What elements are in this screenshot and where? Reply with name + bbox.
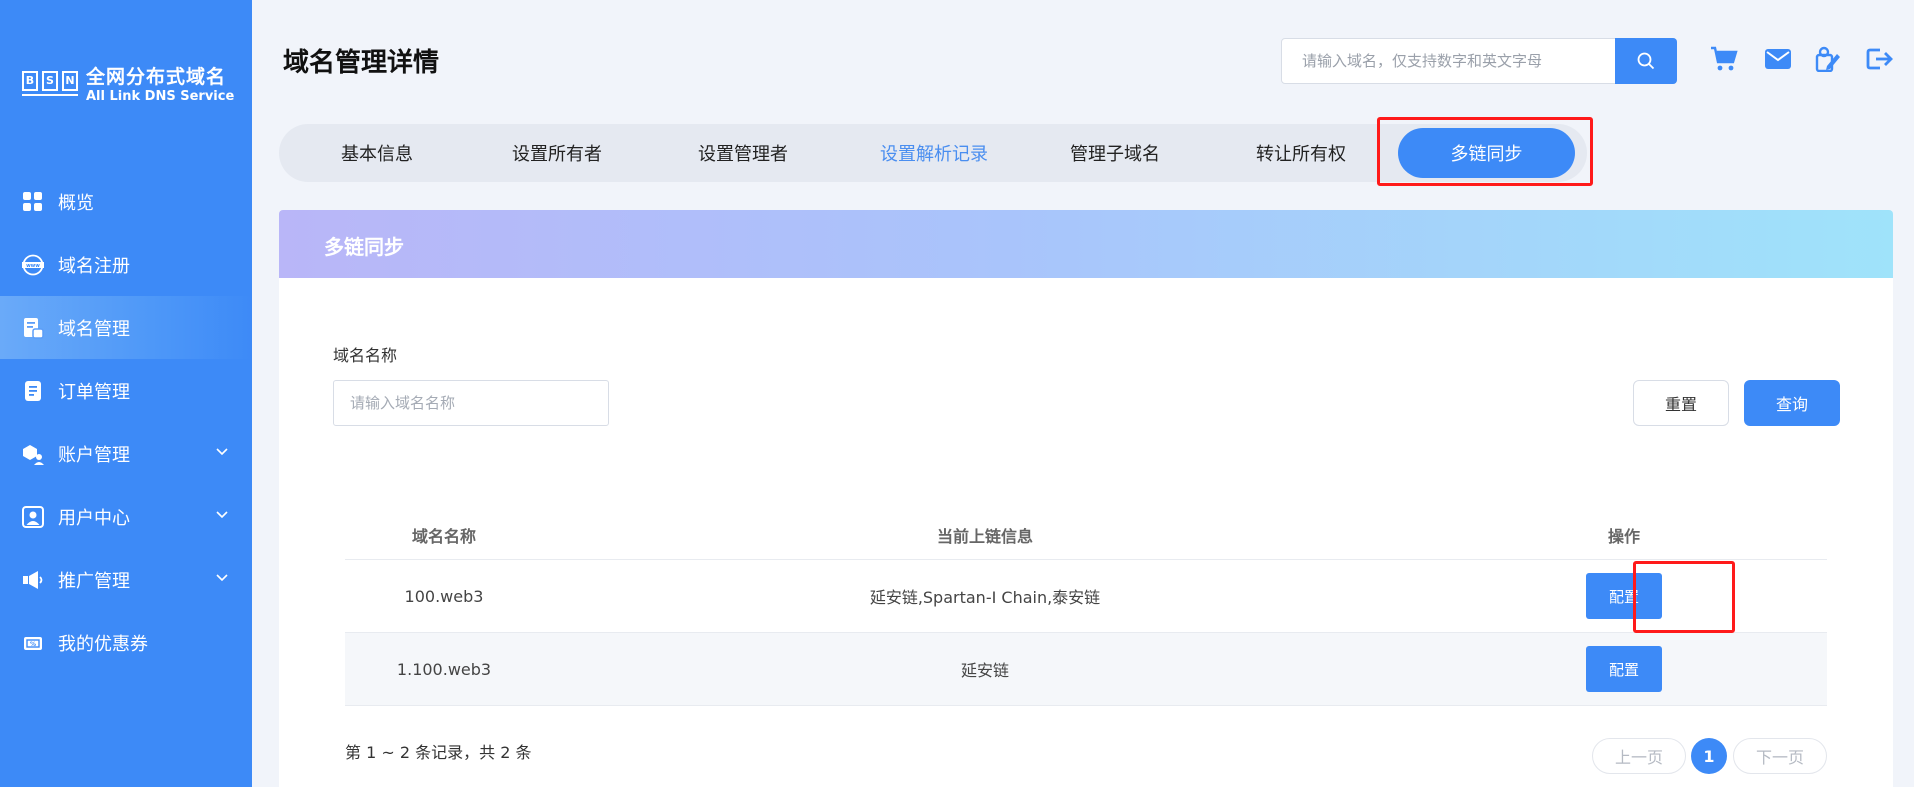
panel-header: 多链同步 [279,210,1893,278]
sidebar-item-coupons[interactable]: % 我的优惠券 [0,611,252,674]
logout-button[interactable] [1866,45,1894,73]
panel-title: 多链同步 [324,235,404,259]
column-header-domain: 域名名称 [411,526,476,546]
domain-search [1281,38,1677,84]
bsn-logo-mark: B S N [22,70,78,96]
mail-button[interactable] [1764,45,1792,73]
tab-set-manager[interactable]: 设置管理者 [663,124,823,182]
sidebar-item-label: 订单管理 [58,381,130,403]
action-cell: 配置 [1555,633,1693,705]
domain-search-input[interactable] [1282,39,1615,83]
grid-icon [22,191,44,213]
cart-icon [1711,46,1738,71]
chevron-down-icon [216,448,228,456]
domain-doc-icon [22,317,44,339]
chain-info-cell: 延安链,Spartan-I Chain,泰安链 [869,588,1101,607]
megaphone-icon [22,569,44,591]
domain-cell: 1.100.web3 [396,659,492,679]
sidebar-item-label: 账户管理 [58,444,130,466]
www-icon: www [22,254,44,276]
sidebar: B S N 全网分布式域名 All Link DNS Service 概览 ww… [0,0,252,787]
current-page-button[interactable]: 1 [1691,738,1727,774]
sidebar-item-label: 我的优惠券 [58,633,148,655]
sidebar-item-label: 域名管理 [58,318,130,340]
sidebar-item-account[interactable]: 账户管理 [0,422,252,485]
sidebar-item-orders[interactable]: 订单管理 [0,359,252,422]
coupon-icon: % [22,632,44,654]
search-button[interactable] [1615,38,1677,84]
tab-dns-records[interactable]: 设置解析记录 [849,124,1019,182]
tab-set-owner[interactable]: 设置所有者 [477,124,637,182]
query-button[interactable]: 查询 [1744,380,1840,426]
search-icon [1637,52,1655,70]
domain-name-label: 域名名称 [333,346,398,365]
action-cell: 配置 [1555,560,1693,632]
record-summary: 第 1 ~ 2 条记录，共 2 条 [345,743,532,762]
tab-transfer-ownership[interactable]: 转让所有权 [1221,124,1381,182]
table-row: 1.100.web3 延安链 配置 [345,633,1827,706]
mail-icon [1765,49,1791,69]
table-row: 100.web3 延安链,Spartan-I Chain,泰安链 配置 [345,560,1827,633]
next-page-button[interactable]: 下一页 [1733,738,1827,774]
chevron-down-icon [216,511,228,519]
tab-subdomains[interactable]: 管理子域名 [1035,124,1195,182]
sidebar-item-domain-register[interactable]: www 域名注册 [0,233,252,296]
brand-logo[interactable]: B S N 全网分布式域名 All Link DNS Service [22,62,234,104]
domain-cell: 100.web3 [404,586,484,606]
logout-icon [1866,48,1893,70]
sidebar-nav: 概览 www 域名注册 域名管理 订单管理 账户管理 用户中心 推广管理 % 我… [0,170,252,674]
account-icon [22,443,44,465]
panel-body: 域名名称 重置 查询 域名名称 当前上链信息 操作 100.web3 延安链,S… [279,278,1893,787]
logo-letter-b: B [22,70,38,91]
tab-multichain-sync[interactable]: 多链同步 [1398,128,1575,178]
cart-button[interactable] [1710,45,1738,73]
page-title: 域名管理详情 [283,48,440,78]
sidebar-item-promotion[interactable]: 推广管理 [0,548,252,611]
prev-page-button[interactable]: 上一页 [1592,738,1686,774]
logo-letter-s: S [42,70,58,91]
reset-button[interactable]: 重置 [1633,380,1729,426]
sidebar-item-overview[interactable]: 概览 [0,170,252,233]
chain-info-cell: 延安链 [960,661,1009,680]
edit-button[interactable] [1814,45,1842,73]
brand-name-en: All Link DNS Service [86,89,235,104]
sidebar-item-label: 概览 [58,192,94,214]
column-header-chain-info: 当前上链信息 [936,526,1033,546]
multichain-table: 域名名称 当前上链信息 操作 100.web3 延安链,Spartan-I Ch… [345,510,1827,706]
user-icon [22,505,44,528]
column-header-action: 操作 [1607,526,1640,546]
detail-tabs: 基本信息 设置所有者 设置管理者 设置解析记录 管理子域名 转让所有权 多链同步 [279,124,1587,182]
logo-letter-n: N [62,70,78,91]
edit-icon [1815,46,1840,72]
svg-text:www: www [26,263,40,269]
chevron-down-icon [216,574,228,582]
sidebar-item-user-center[interactable]: 用户中心 [0,485,252,548]
svg-text:%: % [30,641,36,648]
configure-button[interactable]: 配置 [1586,573,1662,619]
sidebar-item-label: 用户中心 [58,507,130,529]
tab-basic-info[interactable]: 基本信息 [301,124,453,182]
brand-name-cn: 全网分布式域名 [86,66,227,88]
table-header-row: 域名名称 当前上链信息 操作 [345,510,1827,560]
sidebar-item-label: 域名注册 [58,255,130,277]
domain-name-filter-input[interactable] [333,380,609,426]
sidebar-item-label: 推广管理 [58,570,130,592]
configure-button[interactable]: 配置 [1586,646,1662,692]
sidebar-item-domain-manage[interactable]: 域名管理 [0,296,252,359]
order-icon [22,380,44,402]
